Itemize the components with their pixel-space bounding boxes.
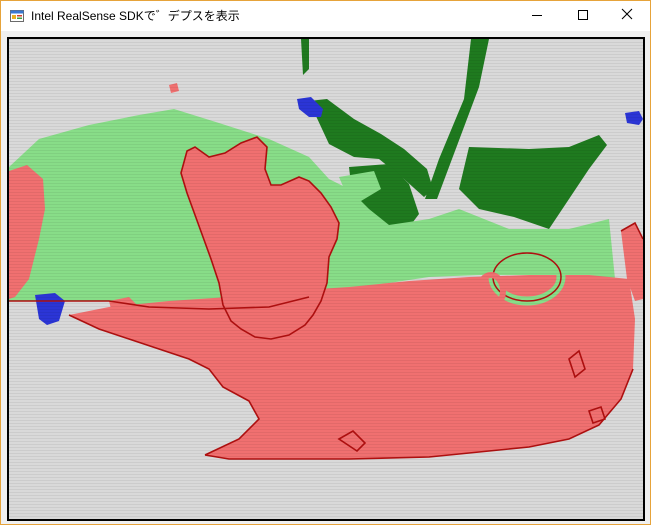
app-window: Intel RealSense SDKで゛デプスを表示 xyxy=(0,0,651,525)
depth-image-picturebox xyxy=(7,37,645,521)
maximize-button[interactable] xyxy=(560,1,606,31)
winforms-app-icon[interactable] xyxy=(10,9,24,23)
close-button[interactable] xyxy=(604,1,650,31)
maximize-icon xyxy=(578,7,588,25)
title-bar[interactable]: Intel RealSense SDKで゛デプスを表示 xyxy=(1,1,650,31)
client-area xyxy=(1,31,650,524)
window-title: Intel RealSense SDKで゛デプスを表示 xyxy=(31,9,240,23)
scanline-texture xyxy=(9,39,643,519)
depth-image xyxy=(9,39,643,519)
close-icon xyxy=(621,7,633,25)
minimize-icon xyxy=(532,7,542,25)
minimize-button[interactable] xyxy=(514,1,560,31)
